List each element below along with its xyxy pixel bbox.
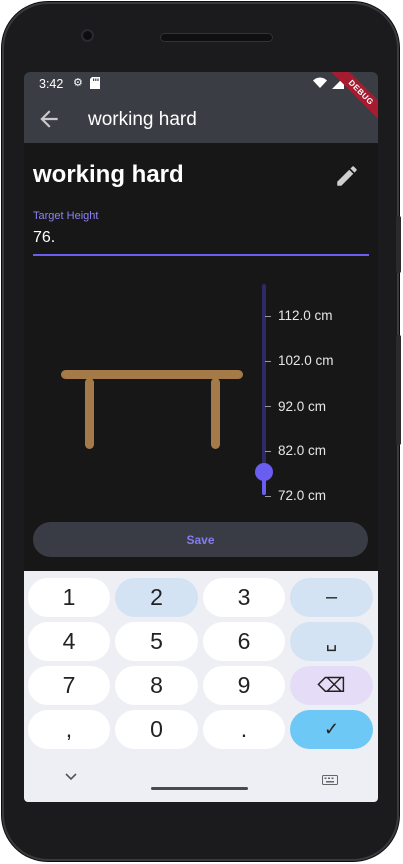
settings-icon: ⚙ (73, 77, 83, 89)
save-button[interactable]: Save (33, 522, 368, 557)
earpiece-speaker (160, 33, 273, 42)
slider-label: 102.0 cm (278, 353, 334, 368)
status-time: 3:42 (39, 77, 64, 91)
desk-leg-right (211, 378, 220, 449)
sd-card-icon (90, 77, 100, 92)
key-backspace[interactable]: ⌫ (290, 666, 373, 705)
tick-mark (265, 406, 271, 407)
key-4[interactable]: 4 (28, 622, 110, 661)
keyboard-icon[interactable] (322, 772, 338, 790)
home-indicator[interactable] (151, 787, 248, 790)
key-8[interactable]: 8 (115, 666, 198, 705)
slider-thumb[interactable] (255, 463, 273, 481)
key-done[interactable]: ✓ (290, 710, 373, 749)
slider-label: 92.0 cm (278, 399, 327, 414)
key-minus[interactable]: – (290, 578, 373, 617)
slider-label: 82.0 cm (278, 443, 327, 458)
slider-label: 112.0 cm (278, 308, 333, 323)
power-button (396, 216, 401, 273)
key-7[interactable]: 7 (28, 666, 110, 705)
key-5[interactable]: 5 (115, 622, 198, 661)
screen: 3:42 ⚙ working hard DEBUG working hard T… (24, 72, 378, 802)
key-period[interactable]: . (203, 710, 285, 749)
tick-mark (265, 451, 271, 452)
pencil-icon[interactable] (334, 163, 360, 189)
volume-button (396, 335, 401, 445)
key-space[interactable]: ␣ (290, 622, 373, 661)
front-camera (81, 29, 94, 42)
key-2[interactable]: 2 (115, 578, 198, 617)
slider-label: 72.0 cm (278, 488, 327, 503)
key-9[interactable]: 9 (203, 666, 285, 705)
app-bar: working hard (24, 96, 378, 143)
status-bar: 3:42 ⚙ (24, 72, 378, 96)
key-comma[interactable]: , (28, 710, 110, 749)
chevron-down-icon[interactable] (64, 769, 78, 787)
phone-frame: 3:42 ⚙ working hard DEBUG working hard T… (2, 2, 401, 861)
key-6[interactable]: 6 (203, 622, 285, 661)
app-bar-title: working hard (88, 109, 197, 130)
numeric-keyboard: 1 2 3 – 4 5 6 ␣ 7 8 9 ⌫ , 0 . ✓ (24, 571, 378, 802)
wifi-icon (313, 77, 327, 92)
key-0[interactable]: 0 (115, 710, 198, 749)
arrow-back-icon[interactable] (36, 106, 62, 132)
key-1[interactable]: 1 (28, 578, 110, 617)
target-height-input[interactable] (33, 222, 369, 256)
tick-mark (265, 361, 271, 362)
tick-mark (265, 496, 271, 497)
tick-mark (265, 316, 271, 317)
desk-leg-left (85, 378, 94, 449)
target-height-label: Target Height (33, 210, 99, 222)
page-title: working hard (33, 161, 184, 188)
key-3[interactable]: 3 (203, 578, 285, 617)
